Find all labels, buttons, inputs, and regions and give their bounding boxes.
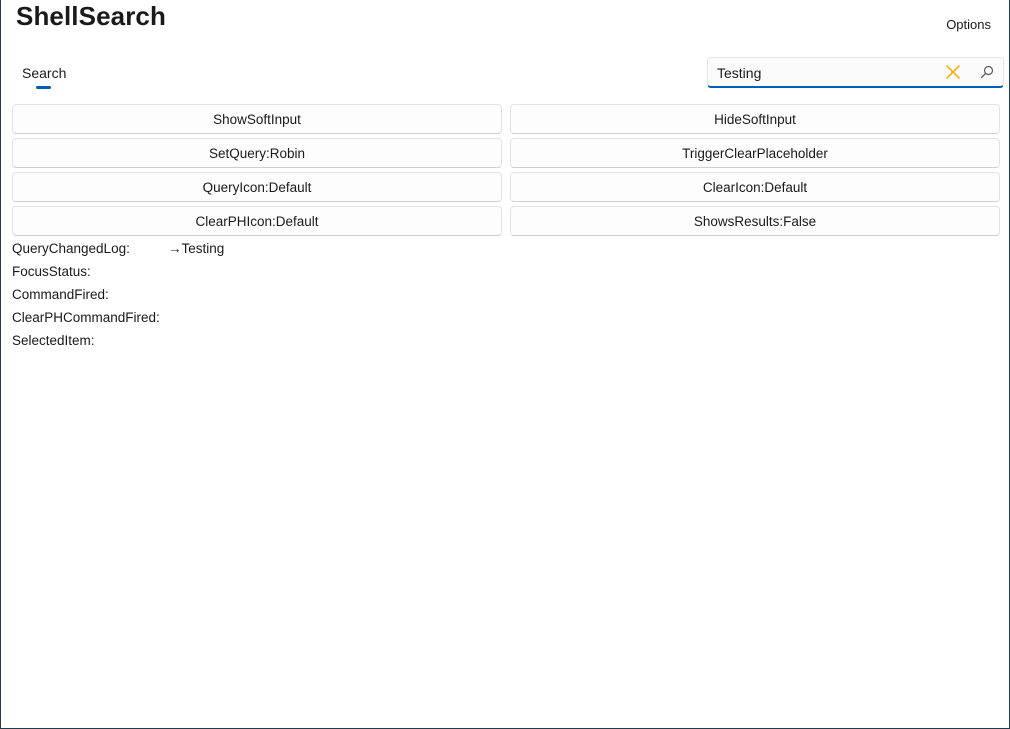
clear-icon-button[interactable]: ClearIcon:Default <box>510 172 1000 202</box>
log-row-focus-status: FocusStatus: <box>12 263 160 286</box>
query-icon-button[interactable]: QueryIcon:Default <box>12 172 502 202</box>
hide-soft-input-button[interactable]: HideSoftInput <box>510 104 1000 134</box>
close-icon[interactable] <box>944 63 962 81</box>
options-button[interactable]: Options <box>946 17 991 32</box>
status-log: QueryChangedLog: →Testing FocusStatus: C… <box>12 240 224 355</box>
log-label: CommandFired: <box>12 287 109 302</box>
search-input[interactable] <box>717 63 927 83</box>
log-label: SelectedItem: <box>12 333 95 348</box>
tab-search[interactable]: Search <box>22 65 66 81</box>
app-title: ShellSearch <box>16 1 166 31</box>
action-button-grid: ShowSoftInput HideSoftInput SetQuery:Rob… <box>12 104 1000 236</box>
log-row-clear-ph-command-fired: ClearPHCommandFired: <box>12 309 160 332</box>
log-label: QueryChangedLog: <box>12 241 130 256</box>
show-soft-input-button[interactable]: ShowSoftInput <box>12 104 502 134</box>
shows-results-button[interactable]: ShowsResults:False <box>510 206 1000 236</box>
trigger-clear-placeholder-button[interactable]: TriggerClearPlaceholder <box>510 138 1000 168</box>
set-query-button[interactable]: SetQuery:Robin <box>12 138 502 168</box>
log-row-command-fired: CommandFired: <box>12 286 160 309</box>
log-label: ClearPHCommandFired: <box>12 310 160 325</box>
clear-ph-icon-button[interactable]: ClearPHIcon:Default <box>12 206 502 236</box>
search-icon[interactable] <box>980 65 994 79</box>
log-row-query-changed: QueryChangedLog: →Testing <box>12 240 224 263</box>
app-window: ShellSearch Options Search ShowSoftInput… <box>0 0 1010 729</box>
log-row-selected-item: SelectedItem: <box>12 332 160 355</box>
search-box[interactable] <box>707 57 1004 88</box>
log-label: FocusStatus: <box>12 264 91 279</box>
tab-selected-indicator <box>36 86 51 89</box>
log-value: →Testing <box>168 241 225 256</box>
